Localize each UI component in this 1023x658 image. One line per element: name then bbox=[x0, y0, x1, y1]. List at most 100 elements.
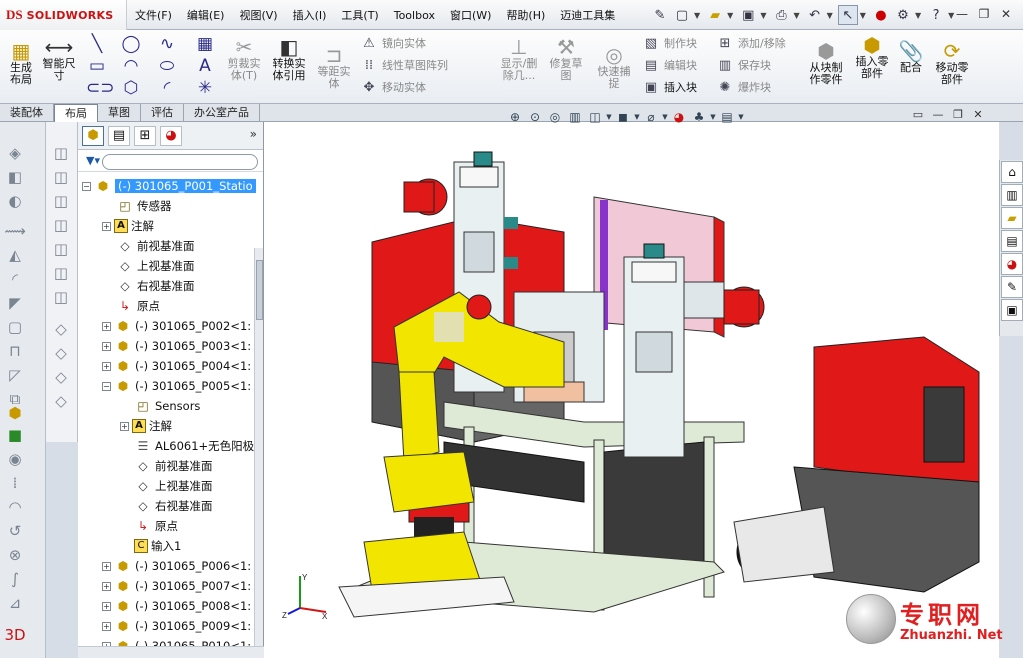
appearances-scenes-icon[interactable]: ◕ bbox=[1001, 253, 1023, 275]
tab-office-products[interactable]: 办公室产品 bbox=[184, 104, 260, 122]
offset-entities-button[interactable]: ⊐ 等距实 体 bbox=[314, 44, 354, 90]
expand-icon[interactable]: + bbox=[102, 221, 111, 231]
help-question-icon[interactable]: ? bbox=[926, 5, 946, 25]
reference-geometry-icon[interactable]: ◇ bbox=[50, 318, 72, 340]
sweep-icon[interactable]: ⟿ bbox=[4, 220, 26, 242]
intersect-icon[interactable]: ⊗ bbox=[4, 544, 26, 566]
cube-icon[interactable]: ◫ bbox=[50, 166, 72, 188]
chevron-down-icon[interactable]: ▼ bbox=[737, 113, 745, 121]
document-restore-icon[interactable]: ▭ bbox=[908, 108, 928, 121]
menu-maidi-tools[interactable]: 迈迪工具集 bbox=[560, 7, 615, 23]
tree-item[interactable]: + ⬢ (-) 301065_P004<1: bbox=[102, 356, 251, 376]
hole-icon[interactable]: ◉ bbox=[4, 448, 26, 470]
tree-item[interactable]: + ⬢ (-) 301065_P002<1: bbox=[102, 316, 251, 336]
add-remove-button[interactable]: ⊞ 添加/移除 bbox=[716, 35, 786, 51]
tree-item[interactable]: ◇ 右视基准面 bbox=[134, 496, 212, 516]
restore-icon[interactable]: ❐ bbox=[973, 4, 995, 24]
tree-item[interactable]: + ⬢ (-) 301065_P006<1: bbox=[102, 556, 251, 576]
chevron-down-icon[interactable]: ▼ bbox=[694, 11, 700, 20]
tree-item[interactable]: ◰ 传感器 bbox=[116, 196, 171, 216]
component-icon[interactable]: ⬢ bbox=[4, 402, 26, 424]
expand-icon[interactable]: + bbox=[102, 621, 111, 631]
display-style-icon[interactable]: ◼ bbox=[613, 110, 633, 124]
tree-root[interactable]: − ⬢ (-) 301065_P001_Statio bbox=[82, 176, 256, 196]
expand-icon[interactable]: + bbox=[120, 421, 129, 431]
save-icon[interactable]: ▣ bbox=[738, 5, 758, 25]
collapse-icon[interactable]: − bbox=[102, 381, 111, 391]
loft-icon[interactable]: ◭ bbox=[4, 244, 26, 266]
tree-item[interactable]: ☰ AL6061+无色阳极 bbox=[134, 436, 255, 456]
view-palette-icon[interactable]: ▤ bbox=[1001, 230, 1023, 252]
slot-icon[interactable]: ⊂⊃ bbox=[86, 78, 115, 98]
tree-item[interactable]: + ⬢ (-) 301065_P009<1: bbox=[102, 616, 251, 636]
apply-scene-icon[interactable]: ♣ bbox=[689, 110, 709, 124]
cube-icon[interactable]: ◫ bbox=[50, 286, 72, 308]
menu-toolbox[interactable]: Toolbox bbox=[394, 9, 435, 22]
tree-item[interactable]: ◇ 上视基准面 bbox=[116, 256, 194, 276]
tree-horizontal-scrollbar[interactable] bbox=[78, 646, 264, 658]
convert-entities-button[interactable]: ◧ 转换实 体引用 bbox=[268, 36, 310, 82]
arc-icon[interactable]: ◠ bbox=[120, 56, 142, 76]
menu-window[interactable]: 窗口(W) bbox=[450, 7, 491, 23]
curve-icon[interactable]: ∫ bbox=[4, 568, 26, 590]
solidworks-logo[interactable]: DS SOLIDWORKS bbox=[0, 0, 127, 30]
repair-sketch-button[interactable]: ⚒ 修复草 图 bbox=[546, 36, 586, 82]
revolve-icon[interactable]: ◐ bbox=[4, 190, 26, 212]
make-block-button[interactable]: ▧ 制作块 bbox=[642, 35, 697, 51]
chevron-down-icon[interactable]: ▼ bbox=[760, 11, 766, 20]
zoom-to-area-icon[interactable]: ⊙ bbox=[525, 110, 545, 124]
grid-icon[interactable]: ▦ bbox=[194, 34, 216, 54]
previous-view-icon[interactable]: ◎ bbox=[545, 110, 565, 124]
insert-block-button[interactable]: ▣ 插入块 bbox=[642, 79, 697, 95]
spline-icon[interactable]: ∿ bbox=[156, 34, 178, 54]
chevron-down-icon[interactable]: ▼ bbox=[860, 11, 866, 20]
tree-item[interactable]: + ⬢ (-) 301065_P008<1: bbox=[102, 596, 251, 616]
chevron-down-icon[interactable]: ▼ bbox=[915, 11, 921, 20]
menu-tools[interactable]: 工具(T) bbox=[341, 7, 378, 23]
graphics-area[interactable]: Y X Z bbox=[264, 122, 999, 658]
save-block-button[interactable]: ▥ 保存块 bbox=[716, 57, 771, 73]
filter-input[interactable] bbox=[102, 154, 258, 170]
chevron-down-icon[interactable]: ▼ bbox=[633, 113, 641, 121]
tree-item[interactable]: ↳ 原点 bbox=[134, 516, 178, 536]
rib-icon[interactable]: ⊓ bbox=[4, 340, 26, 362]
move-component-button[interactable]: ⟳ 移动零 部件 bbox=[930, 40, 974, 86]
cube-icon[interactable]: ◫ bbox=[50, 190, 72, 212]
linear-pattern-button[interactable]: ⁞⁞ 线性草图阵列 bbox=[360, 57, 448, 73]
chevron-down-icon[interactable]: ▼ bbox=[727, 11, 733, 20]
expand-icon[interactable]: + bbox=[102, 581, 111, 591]
undo-icon[interactable]: ↶ bbox=[805, 5, 825, 25]
cube-icon[interactable]: ◫ bbox=[50, 262, 72, 284]
scrollbar-thumb[interactable] bbox=[256, 260, 263, 320]
expand-icon[interactable]: + bbox=[102, 601, 111, 611]
line-icon[interactable]: ╲ bbox=[86, 34, 108, 54]
mate-button[interactable]: 📎 配合 bbox=[896, 40, 926, 74]
3d-sketch-icon[interactable]: 3D bbox=[4, 624, 26, 646]
minimize-icon[interactable]: — bbox=[951, 4, 973, 24]
appearance-tab-icon[interactable]: ◕ bbox=[160, 125, 182, 146]
section-view-icon[interactable]: ▥ bbox=[565, 110, 585, 124]
tree-item[interactable]: ◰ Sensors bbox=[134, 396, 200, 416]
tab-layout[interactable]: 布局 bbox=[54, 104, 98, 122]
edit-appearance-icon[interactable]: ◕ bbox=[669, 110, 689, 124]
tree-item[interactable]: ◇ 前视基准面 bbox=[134, 456, 212, 476]
options-gear-icon[interactable]: ⚙ bbox=[893, 5, 913, 25]
menu-view[interactable]: 视图(V) bbox=[239, 7, 277, 23]
expand-icon[interactable]: + bbox=[102, 561, 111, 571]
collapse-icon[interactable]: − bbox=[82, 181, 91, 191]
rebuild-traffic-light-icon[interactable]: ● bbox=[871, 5, 891, 25]
reference-geometry-icon[interactable]: ◇ bbox=[50, 366, 72, 388]
move-entities-button[interactable]: ✥ 移动实体 bbox=[360, 79, 426, 95]
extrude-icon[interactable]: ◧ bbox=[4, 166, 26, 188]
tree-item[interactable]: + ⬢ (-) 301065_P007<1: bbox=[102, 576, 251, 596]
circle-icon[interactable]: ◯ bbox=[120, 34, 142, 54]
tab-assembly[interactable]: 装配体 bbox=[0, 104, 54, 122]
design-library-icon[interactable]: ▥ bbox=[1001, 184, 1023, 206]
tree-item[interactable]: − ⬢ (-) 301065_P005<1: bbox=[102, 376, 251, 396]
explode-block-button[interactable]: ✺ 爆炸块 bbox=[716, 79, 771, 95]
chevron-down-icon[interactable]: ▼ bbox=[793, 11, 799, 20]
display-delete-relations-button[interactable]: ⊥ 显示/删 除几... bbox=[496, 36, 542, 82]
text-icon[interactable]: A bbox=[194, 56, 216, 76]
tree-item[interactable]: + A 注解 bbox=[120, 416, 172, 436]
shell-icon[interactable]: ▢ bbox=[4, 316, 26, 338]
